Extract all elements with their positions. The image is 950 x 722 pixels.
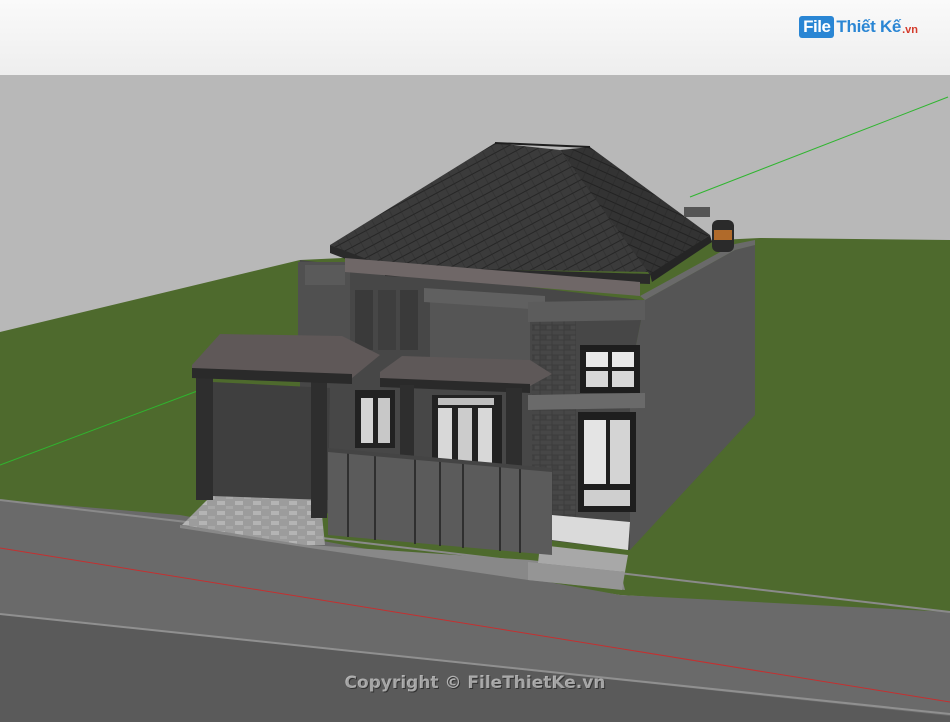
model-viewport[interactable] [0,75,950,722]
middle-door-glass-1 [438,408,452,463]
logo-mark: File [799,16,835,38]
logo-name: Thiết Kế [836,17,902,36]
carport-left-pillar [196,372,213,500]
house-model-render [0,75,950,722]
lower-right-window-glass-2 [610,420,630,484]
upper-column-1 [355,290,373,350]
left-window-glass-1 [361,398,373,443]
copyright-watermark: Copyright © FileThietKe.vn [344,673,606,693]
middle-door-transom [438,398,494,405]
top-banner: File Thiết Kế .vn [0,0,950,75]
roof-parapet [684,207,710,217]
lower-right-window-sill [584,490,630,506]
right-window-canopy [528,393,645,410]
upper-left-band [305,265,345,285]
middle-door-glass-2 [458,408,472,463]
carport-right-pillar [311,378,327,518]
water-tank-band [714,230,732,240]
site-logo[interactable]: File Thiết Kế .vn [799,14,918,40]
lower-right-window-glass-1 [584,420,606,484]
upper-right-window-pane-2 [612,352,634,367]
upper-right-window-pane-1 [586,352,608,367]
upper-column-2 [378,290,396,350]
middle-door-glass-3 [478,408,492,463]
left-window-glass-2 [378,398,390,443]
right-upper-band [528,300,645,322]
upper-right-window-pane-4 [612,371,634,387]
upper-right-window-pane-3 [586,371,608,387]
logo-tld: .vn [902,24,918,36]
upper-column-3 [400,290,418,350]
